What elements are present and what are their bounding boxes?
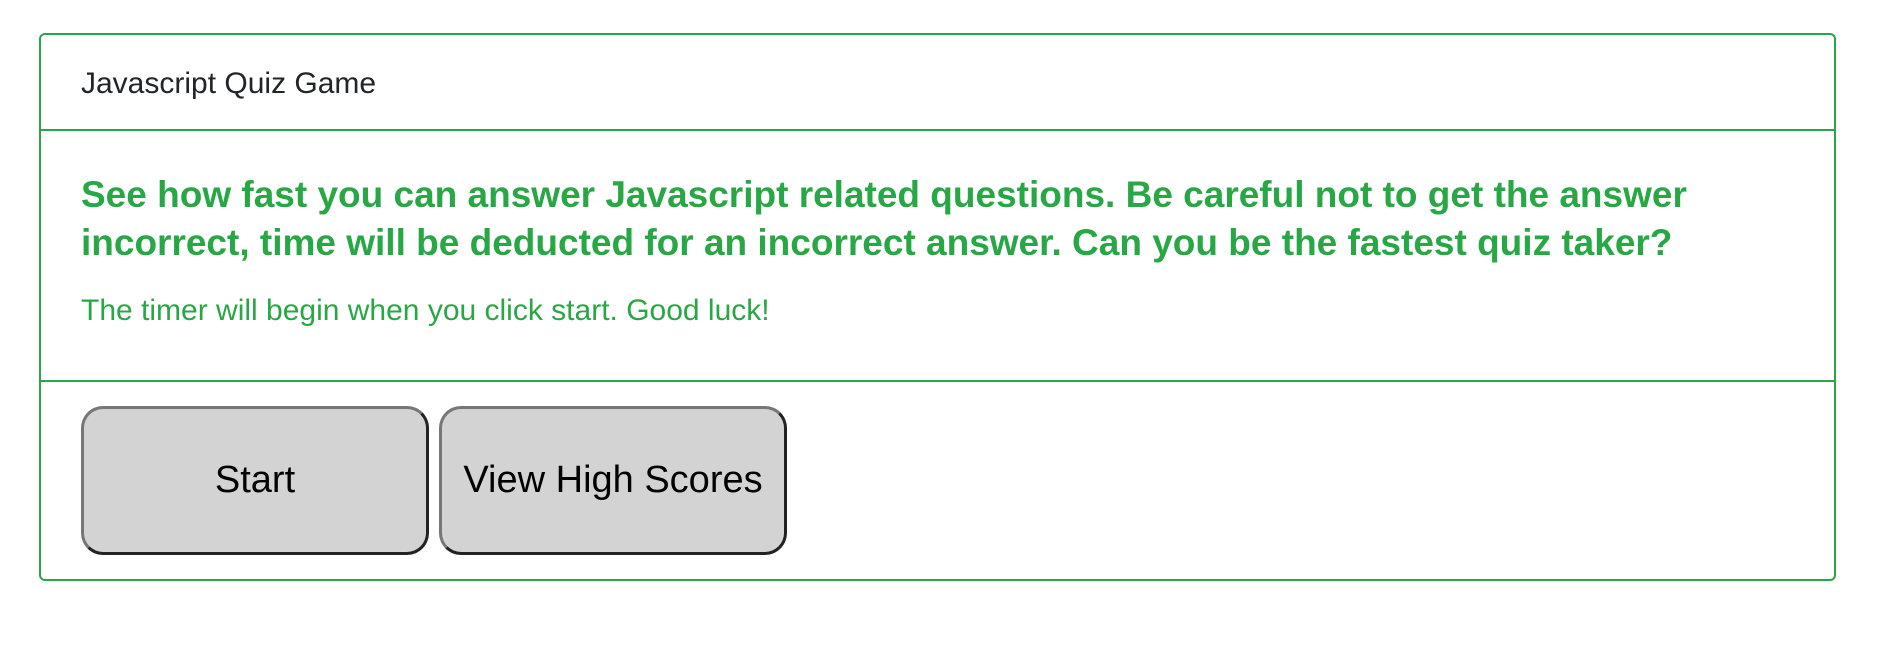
- intro-lead-text: See how fast you can answer Javascript r…: [81, 174, 1687, 263]
- quiz-card: Javascript Quiz Game See how fast you ca…: [39, 33, 1836, 581]
- card-body: See how fast you can answer Javascript r…: [41, 131, 1834, 382]
- card-footer: Start View High Scores: [41, 382, 1834, 555]
- view-high-scores-button[interactable]: View High Scores: [439, 406, 787, 555]
- intro-note-text: The timer will begin when you click star…: [81, 294, 770, 327]
- card-header: Javascript Quiz Game: [41, 35, 1834, 131]
- page-title: Javascript Quiz Game: [81, 67, 377, 100]
- start-button[interactable]: Start: [81, 406, 429, 555]
